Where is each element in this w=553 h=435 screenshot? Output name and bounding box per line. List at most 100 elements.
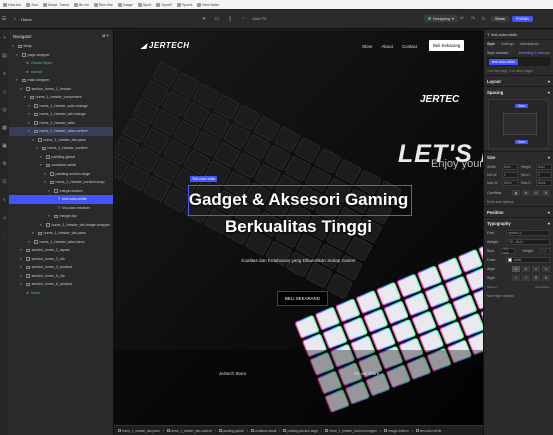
navigator-item[interactable]: ▾ Body xyxy=(9,42,113,51)
navigator-item[interactable]: ▾ section_home_1_header xyxy=(9,85,113,94)
strike-icon[interactable]: S xyxy=(532,274,540,281)
size-field-input[interactable]: None xyxy=(536,180,552,186)
desktop-icon[interactable]: ▭ xyxy=(213,15,221,23)
apps-icon[interactable]: ⋮ xyxy=(1,232,9,240)
bookmark-item[interactable]: Blue Bar xyxy=(94,2,113,7)
spacing-section[interactable]: Spacing ▾ xyxy=(484,86,553,97)
site-menu-link[interactable]: Contact xyxy=(402,44,417,49)
navigator-item[interactable]: ▾ page-wrapper xyxy=(9,51,113,60)
size-field-input[interactable]: Auto xyxy=(502,164,518,170)
pages-icon[interactable]: ▤ xyxy=(1,52,9,60)
inheriting-label[interactable]: Inheriting 1 selector xyxy=(519,51,550,55)
design-canvas[interactable]: ◢ JERTECH Store About Contact Beli Sekaran… xyxy=(114,30,483,425)
overflow-scroll-icon[interactable]: ⇕ xyxy=(532,189,540,196)
mobile-icon[interactable]: ▫ xyxy=(239,15,247,23)
margin-bottom-value[interactable]: 0rem xyxy=(515,140,529,144)
navigator-item[interactable]: ▾ home_1_header_tabs xyxy=(9,119,113,128)
expand-caret-icon[interactable]: ▾ xyxy=(28,129,32,133)
breadcrumb-item[interactable]: padding-section-large xyxy=(283,429,318,433)
expand-caret-icon[interactable]: ▾ xyxy=(20,248,24,252)
bookmark-item[interactable]: How tos xyxy=(3,2,21,7)
align-right-icon[interactable]: ≡ xyxy=(532,265,540,272)
expand-caret-icon[interactable]: ▾ xyxy=(44,172,48,176)
navigator-item[interactable]: ▾ section_home_6_product xyxy=(9,280,113,289)
hero-buy-button[interactable]: BELI SEKARANG xyxy=(277,291,329,306)
navigator-item[interactable]: ⊕ navbar xyxy=(9,68,113,77)
navigator-item[interactable]: ▾ home_1_header_tab-pane xyxy=(9,229,113,238)
settings-icon[interactable]: ⚙ xyxy=(1,160,9,168)
hero-subtitle[interactable]: Kualitas dan Ketahanan yang Dibutuhkan S… xyxy=(114,258,483,263)
breadcrumb-item[interactable]: margin-bottom xyxy=(384,429,409,433)
underline-icon[interactable]: U xyxy=(542,274,550,281)
italic-off-icon[interactable]: I xyxy=(512,274,520,281)
expand-caret-icon[interactable]: ▾ xyxy=(16,53,20,57)
components-icon[interactable]: ◇ xyxy=(1,88,9,96)
navigator-item[interactable]: Ttext-size-medium xyxy=(9,204,113,213)
overflow-visible-icon[interactable]: ◉ xyxy=(512,189,520,196)
navigator-item[interactable]: ▾ section_home_4_product xyxy=(9,263,113,272)
pin-icon[interactable]: ⇲ × xyxy=(102,33,109,39)
navigator-item[interactable]: Ttext-color-white xyxy=(9,195,113,204)
site-menu-link[interactable]: About xyxy=(382,44,393,49)
navigator-item[interactable]: ⊕ Global Styles xyxy=(9,59,113,68)
navigator-item[interactable]: ▾ padding-global xyxy=(9,153,113,162)
expand-caret-icon[interactable]: ▾ xyxy=(40,163,44,167)
expand-caret-icon[interactable]: ▾ xyxy=(28,104,32,108)
cms-icon[interactable]: ▦ xyxy=(1,124,9,132)
selected-element-tag[interactable]: Text color white xyxy=(190,176,218,182)
panel-tab[interactable]: Style xyxy=(487,42,495,46)
ecommerce-icon[interactable]: ⊡ xyxy=(1,178,9,186)
bookmark-item[interactable]: Sport2 xyxy=(156,2,172,7)
breadcrumb-item[interactable]: home_1_header_tab-content xyxy=(166,429,212,433)
padding-inner-box[interactable] xyxy=(503,113,537,135)
weight-select[interactable]: 700 - Bold xyxy=(506,238,550,245)
expand-caret-icon[interactable]: ▾ xyxy=(48,214,52,218)
expand-caret-icon[interactable]: ▾ xyxy=(20,265,24,269)
navigator-icon[interactable]: ≡ xyxy=(1,70,9,78)
breadcrumb-item[interactable]: home_1_header_tab-pane xyxy=(118,429,160,433)
overflow-auto-icon[interactable]: A xyxy=(542,189,550,196)
navigator-item[interactable]: ▾ home_1_header_component xyxy=(9,93,113,102)
font-select[interactable]: system-ui xyxy=(506,229,550,236)
bookmark-item[interactable]: Bri ine xyxy=(73,2,89,7)
breadcrumb-item[interactable]: padding-global xyxy=(218,429,244,433)
expand-caret-icon[interactable]: ▾ xyxy=(20,282,24,286)
expand-caret-icon[interactable]: ▾ xyxy=(28,240,32,244)
star-icon[interactable]: ✦ xyxy=(200,15,208,23)
margin-top-value[interactable]: 0rem xyxy=(515,104,529,108)
align-center-icon[interactable]: ≡ xyxy=(522,265,530,272)
expand-caret-icon[interactable]: ▾ xyxy=(20,274,24,278)
tablet-icon[interactable]: ▯ xyxy=(226,15,234,23)
size-section[interactable]: Size ▾ xyxy=(484,151,553,162)
navigator-item[interactable]: ▾ home_1_header_tab-pane xyxy=(9,136,113,145)
expand-caret-icon[interactable]: ▾ xyxy=(24,95,28,99)
expand-caret-icon[interactable]: ▾ xyxy=(20,257,24,261)
spacing-box[interactable]: 0rem 0rem xyxy=(488,99,549,149)
size-field-input[interactable]: 0 xyxy=(502,172,518,178)
expand-caret-icon[interactable]: ▾ xyxy=(28,112,32,116)
expand-caret-icon[interactable]: ▾ xyxy=(44,180,48,184)
expand-caret-icon[interactable]: ▾ xyxy=(40,155,44,159)
size-field-input[interactable]: Auto xyxy=(536,164,552,170)
menu-icon[interactable]: ☰ xyxy=(0,15,8,23)
color-field[interactable]: white xyxy=(506,256,550,263)
navigator-item[interactable]: ▾ home_1_header_content-wrap xyxy=(9,178,113,187)
navigator-item[interactable]: ▾ section_home_2_layout xyxy=(9,246,113,255)
navigator-item[interactable]: ▾ container-small xyxy=(9,161,113,170)
position-section[interactable]: Position ▾ xyxy=(484,206,553,217)
expand-caret-icon[interactable]: ▾ xyxy=(20,87,24,91)
expand-caret-icon[interactable]: ▾ xyxy=(32,231,36,235)
navigator-item[interactable]: ▾ home_1_header_tab-image-wrapper xyxy=(9,221,113,230)
panel-tab[interactable]: Interactions xyxy=(520,42,539,46)
bookmark-item[interactable]: Sport xyxy=(137,2,151,7)
expand-caret-icon[interactable]: ▾ xyxy=(28,121,32,125)
designing-mode-dropdown[interactable]: Designing ▾ xyxy=(424,15,458,22)
site-logo[interactable]: ◢ JERTECH xyxy=(141,41,190,50)
navigator-item[interactable]: ▾ padding-section-large xyxy=(9,170,113,179)
bookmark-item[interactable]: Image xyxy=(117,2,133,7)
expand-caret-icon[interactable]: ▾ xyxy=(32,138,36,142)
assets-icon[interactable]: ▣ xyxy=(1,142,9,150)
line-height-input[interactable]: 1.2 xyxy=(540,247,550,254)
site-menu-link[interactable]: Store xyxy=(362,44,373,49)
navigator-item[interactable]: ▾ main-wrapper xyxy=(9,76,113,85)
